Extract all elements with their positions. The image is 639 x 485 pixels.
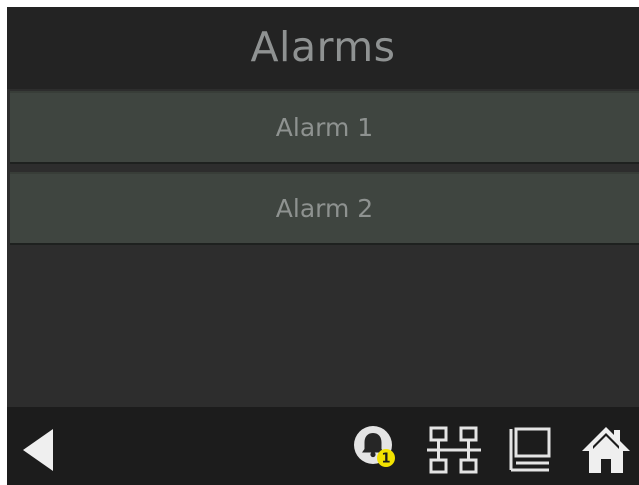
- header-bar: Alarms: [7, 7, 639, 89]
- alarm-button[interactable]: 1: [351, 423, 399, 475]
- home-icon: [582, 427, 630, 473]
- alarm-item-label: Alarm 2: [275, 194, 374, 223]
- network-button[interactable]: [425, 425, 483, 475]
- footer-nav: 1: [7, 407, 639, 485]
- network-icon: [427, 426, 481, 474]
- display-button[interactable]: [507, 425, 557, 475]
- page-title: Alarms: [250, 23, 396, 71]
- bell-icon: 1: [354, 426, 395, 467]
- alarm-list-item-1[interactable]: Alarm 1: [10, 91, 639, 164]
- home-button[interactable]: [579, 423, 633, 477]
- back-button[interactable]: [17, 425, 57, 475]
- alarm-item-label: Alarm 1: [275, 113, 374, 142]
- alarm-badge-count: 1: [381, 452, 390, 467]
- display-icon: [509, 427, 551, 472]
- alarm-list-item-2[interactable]: Alarm 2: [10, 172, 639, 245]
- back-arrow-icon: [23, 429, 53, 471]
- alarms-screen: Alarms Alarm 1 Alarm 2 1: [7, 7, 639, 485]
